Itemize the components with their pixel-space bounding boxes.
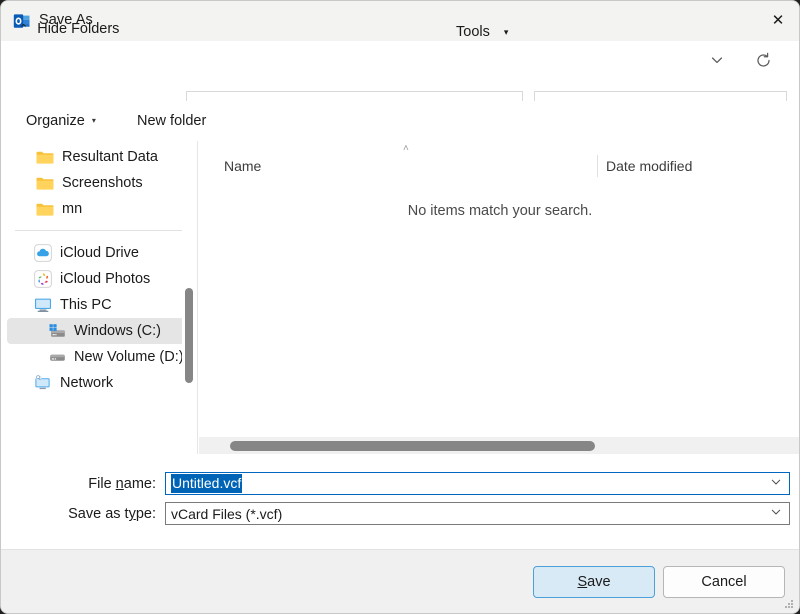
cancel-button-label: Cancel	[701, 574, 746, 590]
sidebar-item-label: mn	[62, 201, 82, 217]
windows-drive-icon	[47, 323, 67, 340]
sidebar-item-label: iCloud Photos	[60, 271, 150, 287]
organize-label: Organize	[26, 113, 85, 129]
chevron-down-icon[interactable]	[770, 506, 782, 521]
sidebar-item-label: iCloud Drive	[60, 245, 139, 261]
sidebar-item-mn[interactable]: mn	[7, 196, 191, 222]
this-pc-icon	[33, 297, 53, 314]
chevron-down-icon[interactable]	[770, 476, 782, 491]
folder-icon	[35, 201, 55, 218]
navigation-pane-scrollbar-thumb[interactable]	[185, 288, 193, 383]
sidebar-item-windows-c[interactable]: Windows (C:)	[7, 318, 191, 344]
sidebar-item-label: This PC	[60, 297, 112, 313]
file-name-label-post: ame:	[124, 476, 156, 492]
chevron-up-icon: ⌃	[19, 24, 28, 35]
close-icon: ✕	[772, 13, 785, 28]
save-as-type-combobox[interactable]: vCard Files (*.vcf)	[165, 502, 790, 525]
file-name-label-pre: File	[88, 476, 115, 492]
tools-button[interactable]: Tools ▾	[451, 19, 513, 45]
column-header-date-modified[interactable]: Date modified	[606, 151, 796, 181]
content-area: Resultant Data Screenshots	[1, 141, 800, 454]
hide-folders-label: Hide Folders	[37, 21, 119, 37]
save-form: File name: Untitled.vcf Save as type: vC…	[1, 454, 800, 549]
cancel-button[interactable]: Cancel	[663, 566, 785, 598]
sidebar-item-label: New Volume (D:)	[74, 349, 184, 365]
icloud-drive-icon	[33, 245, 53, 262]
column-divider[interactable]	[597, 155, 598, 177]
tools-label: Tools	[456, 24, 490, 40]
sidebar-item-label: Network	[60, 375, 113, 391]
title-bar: Save As ✕	[1, 1, 800, 41]
save-as-type-label-pre: Save as t	[68, 506, 128, 522]
sidebar-item-icloud-drive[interactable]: iCloud Drive	[7, 240, 191, 266]
column-header-label: Date modified	[606, 158, 692, 174]
save-as-type-value: vCard Files (*.vcf)	[171, 506, 282, 522]
sidebar-item-label: Resultant Data	[62, 149, 158, 165]
save-as-type-label-accel: y	[129, 506, 136, 522]
command-bar: Organize ▾ New folder ▾ ?	[1, 101, 800, 141]
sidebar-item-icloud-photos[interactable]: iCloud Photos	[7, 266, 191, 292]
save-button-rest: ave	[587, 574, 610, 590]
close-button[interactable]: ✕	[755, 1, 800, 40]
sidebar-item-resultant-data[interactable]: Resultant Data	[7, 144, 191, 170]
save-as-type-label-post: pe:	[136, 506, 156, 522]
navigation-pane: Resultant Data Screenshots	[1, 141, 197, 454]
file-list-column-headers: Name Date modified	[198, 151, 800, 181]
sidebar-divider	[15, 230, 185, 231]
sidebar-item-new-volume-d[interactable]: New Volume (D:)	[7, 344, 191, 370]
refresh-button[interactable]	[747, 44, 779, 76]
empty-list-message: No items match your search.	[198, 203, 800, 219]
folder-icon	[35, 149, 55, 166]
file-list-scrollbar-track[interactable]	[199, 437, 800, 454]
folder-icon	[35, 175, 55, 192]
file-list-view[interactable]: ˄ Name Date modified No items match your…	[197, 141, 800, 454]
column-header-name[interactable]: Name	[224, 151, 594, 181]
file-name-value[interactable]: Untitled.vcf	[171, 474, 242, 493]
sidebar-item-this-pc[interactable]: This PC	[7, 292, 191, 318]
file-name-combobox[interactable]: Untitled.vcf	[165, 472, 790, 495]
chevron-down-icon: ▾	[92, 117, 96, 125]
navigation-bar: « Desk... › Resultant ...	[1, 41, 800, 101]
save-as-type-label: Save as type:	[1, 506, 156, 522]
sidebar-item-network[interactable]: Network	[7, 370, 191, 396]
address-dropdown-button[interactable]	[701, 44, 733, 76]
save-as-dialog: Save As ✕	[0, 0, 800, 614]
chevron-down-icon: ▾	[504, 28, 509, 37]
sidebar-item-label: Windows (C:)	[74, 323, 161, 339]
new-folder-button[interactable]: New folder	[131, 108, 212, 134]
refresh-icon	[755, 52, 772, 69]
organize-button[interactable]: Organize ▾	[20, 108, 102, 134]
save-button-label: Save	[577, 574, 610, 590]
file-list-scrollbar-thumb[interactable]	[230, 441, 595, 451]
file-name-label: File name:	[1, 476, 156, 492]
resize-grip[interactable]	[785, 600, 795, 610]
new-folder-label: New folder	[137, 113, 206, 129]
column-header-label: Name	[224, 158, 261, 174]
drive-icon	[47, 349, 67, 366]
save-button[interactable]: Save	[533, 566, 655, 598]
hide-folders-button[interactable]: ⌃ Hide Folders	[19, 21, 119, 37]
icloud-photos-icon	[33, 271, 53, 288]
sidebar-item-screenshots[interactable]: Screenshots	[7, 170, 191, 196]
network-icon	[33, 375, 53, 392]
file-name-label-accel: n	[116, 476, 124, 492]
sidebar-item-label: Screenshots	[62, 175, 143, 191]
save-button-accel: S	[577, 574, 587, 590]
chevron-down-icon	[709, 52, 725, 68]
